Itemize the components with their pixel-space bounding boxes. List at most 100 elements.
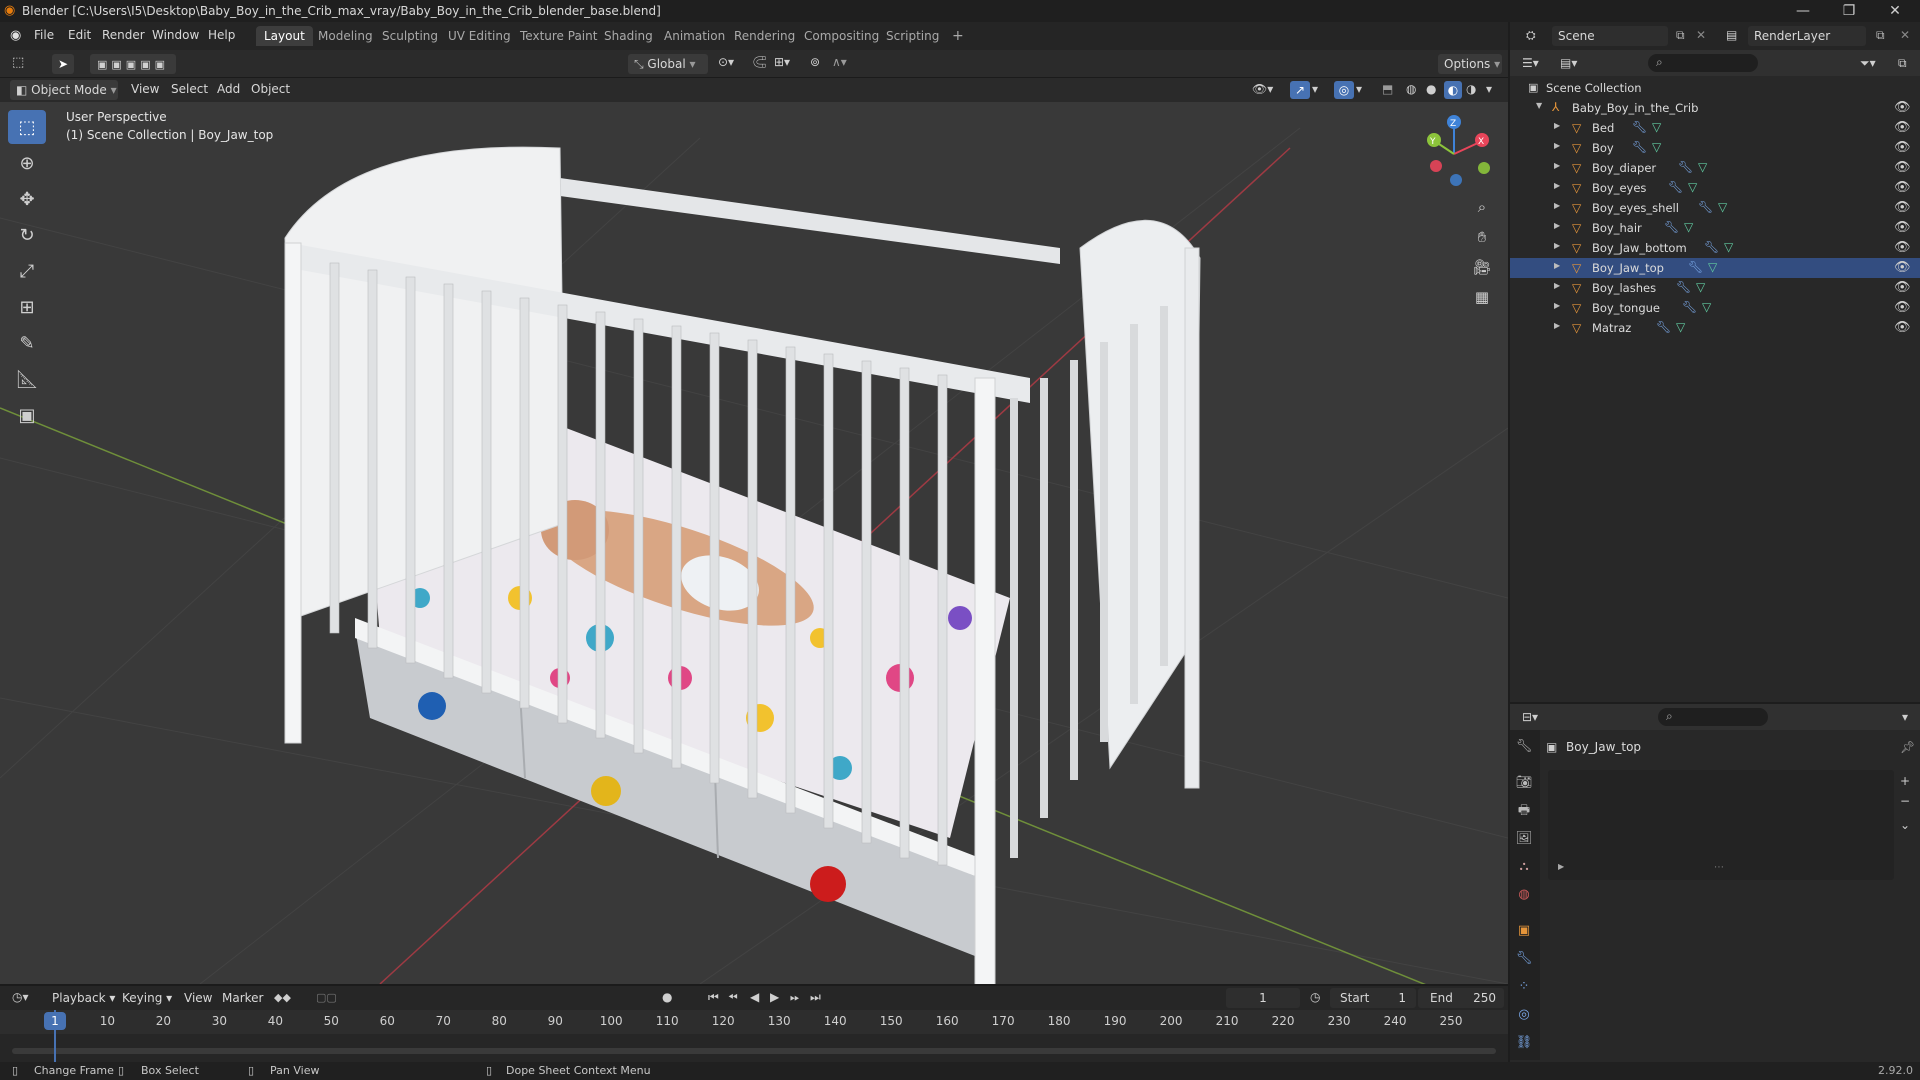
keyframe-icons[interactable]: ◆◆ — [274, 991, 291, 1004]
eye-icon[interactable]: 👁︎ — [1894, 300, 1911, 315]
outliner-object-row[interactable]: ▶ ▽ Boy 🔧︎ ▽ 👁︎ — [1510, 138, 1920, 158]
outliner-collection-row[interactable]: ▼ ⅄ Baby_Boy_in_the_Crib 👁︎ — [1510, 98, 1920, 118]
select-box-tool-icon[interactable]: ⬚ — [8, 110, 46, 144]
scene-props-icon[interactable]: ⛬ — [1512, 856, 1536, 878]
delete-scene-icon[interactable]: ✕ — [1696, 28, 1706, 42]
next-keyframe-icon[interactable]: ⏩︎ — [790, 990, 800, 1005]
overlays-toggle-icon[interactable]: ◎ — [1334, 81, 1354, 99]
play-reverse-icon[interactable]: ◀ — [750, 990, 759, 1004]
expand-triangle-icon[interactable]: ▶ — [1554, 221, 1560, 230]
modifier-wrench-icon[interactable]: 🔧︎ — [1688, 260, 1703, 274]
mesh-data-icon[interactable]: ▽ — [1702, 300, 1711, 314]
outliner-object-row[interactable]: ▶ ▽ Boy_eyes 🔧︎ ▽ 👁︎ — [1510, 178, 1920, 198]
modifier-wrench-icon[interactable]: 🔧︎ — [1678, 160, 1693, 174]
cursor-tool-icon[interactable]: ⊕ — [8, 146, 46, 180]
outliner-object-row[interactable]: ▶ ▽ Boy_Jaw_bottom 🔧︎ ▽ 👁︎ — [1510, 238, 1920, 258]
xray-icon[interactable]: ⬒ — [1382, 82, 1393, 96]
filter-icon[interactable]: ⏷▾ — [1860, 56, 1876, 71]
chevron-down-icon[interactable]: ▾ — [1486, 82, 1492, 96]
eye-icon[interactable]: 👁︎ — [1894, 180, 1911, 195]
play-icon[interactable]: ▶ — [770, 990, 779, 1004]
eye-icon[interactable]: 👁︎ — [1894, 160, 1911, 175]
timeline-menu-keying[interactable]: Keying ▾ — [122, 991, 172, 1005]
expand-triangle-icon[interactable]: ▶ — [1554, 321, 1560, 330]
viewport-menu-object[interactable]: Object — [251, 82, 290, 96]
properties-search-input[interactable]: ⌕ — [1658, 708, 1768, 726]
menu-window[interactable]: Window — [152, 28, 199, 42]
outliner-object-row[interactable]: ▶ ▽ Bed 🔧︎ ▽ 👁︎ — [1510, 118, 1920, 138]
selection-mode-icons[interactable]: ▣▣▣▣▣ — [90, 54, 176, 74]
tab-sculpting[interactable]: Sculpting — [374, 26, 446, 46]
pin-icon[interactable]: 📌︎ — [1900, 740, 1915, 754]
object-mode-dropdown[interactable]: ◧ Object Mode ▾ — [10, 80, 118, 100]
tab-modeling[interactable]: Modeling — [310, 26, 381, 46]
expand-triangle-icon[interactable]: ▶ — [1554, 241, 1560, 250]
expand-triangle-icon[interactable]: ▶ — [1554, 161, 1560, 170]
visibility-icon[interactable]: 👁︎▾ — [1252, 82, 1273, 96]
editor-type-icon[interactable]: ⬚ — [12, 55, 24, 70]
tab-uv-editing[interactable]: UV Editing — [440, 26, 519, 46]
modifier-wrench-icon[interactable]: 🔧︎ — [1676, 280, 1691, 294]
chevron-down-icon[interactable]: ▾ — [1356, 82, 1362, 96]
view-layer-props-icon[interactable]: 🖼︎ — [1512, 828, 1536, 850]
gizmo-toggle-icon[interactable]: ↗ — [1290, 81, 1310, 99]
move-tool-icon[interactable]: ✥ — [8, 182, 46, 216]
modifier-wrench-icon[interactable]: 🔧︎ — [1664, 220, 1679, 234]
ortho-grid-icon[interactable]: ▦ — [1469, 284, 1495, 310]
material-slot-list[interactable]: ▶ ⋯ — [1548, 770, 1894, 880]
view-layer-field[interactable]: RenderLayer — [1748, 26, 1866, 46]
measure-tool-icon[interactable]: 📐︎ — [8, 362, 46, 396]
modifier-wrench-icon[interactable]: 🔧︎ — [1632, 120, 1647, 134]
modifier-wrench-icon[interactable]: 🔧︎ — [1668, 180, 1683, 194]
rotate-tool-icon[interactable]: ↻ — [8, 218, 46, 252]
expand-triangle-icon[interactable]: ▶ — [1554, 281, 1560, 290]
modifier-wrench-icon[interactable]: 🔧︎ — [1632, 140, 1647, 154]
new-collection-icon[interactable]: ⧉ — [1898, 56, 1907, 71]
zoom-icon[interactable]: ⌕ — [1469, 194, 1495, 220]
eye-icon[interactable]: 👁︎ — [1894, 200, 1911, 215]
close-button[interactable]: ✕ — [1872, 0, 1918, 22]
tab-layout[interactable]: Layout — [256, 26, 313, 46]
solid-shading-icon[interactable]: ● — [1426, 82, 1436, 96]
modifier-wrench-icon[interactable]: 🔧︎ — [1682, 300, 1697, 314]
menu-edit[interactable]: Edit — [68, 28, 91, 42]
timeline-menu-playback[interactable]: Playback ▾ — [52, 991, 115, 1005]
jump-end-icon[interactable]: ⏭ — [810, 990, 821, 1005]
annotate-tool-icon[interactable]: ✎ — [8, 326, 46, 360]
blender-menu-icon[interactable]: ◉ — [10, 28, 21, 43]
expand-triangle-icon[interactable]: ▶ — [1554, 301, 1560, 310]
preview-range-icon[interactable]: ◷ — [1310, 990, 1320, 1004]
modifier-wrench-icon[interactable]: 🔧︎ — [1698, 200, 1713, 214]
outliner-object-row[interactable]: ▶ ▽ Boy_diaper 🔧︎ ▽ 👁︎ — [1510, 158, 1920, 178]
tab-shading[interactable]: Shading — [596, 26, 661, 46]
outliner-search-input[interactable]: ⌕ — [1648, 54, 1758, 72]
mesh-data-icon[interactable]: ▽ — [1676, 320, 1685, 334]
world-props-icon[interactable]: ◍ — [1512, 884, 1536, 906]
maximize-button[interactable]: ❐ — [1826, 0, 1872, 22]
rendered-shading-icon[interactable]: ◑ — [1466, 82, 1476, 96]
tool-props-icon[interactable]: 🔧︎ — [1512, 736, 1536, 758]
properties-editor-icon[interactable]: ⊟▾ — [1522, 710, 1538, 724]
viewport-menu-view[interactable]: View — [131, 82, 159, 96]
constraints-props-icon[interactable]: ⛓︎ — [1512, 1032, 1536, 1054]
viewport-menu-select[interactable]: Select — [171, 82, 208, 96]
eye-icon[interactable]: 👁︎ — [1894, 220, 1911, 235]
mesh-data-icon[interactable]: ▽ — [1718, 200, 1727, 214]
scale-tool-icon[interactable]: ⤢ — [8, 254, 46, 288]
menu-help[interactable]: Help — [208, 28, 235, 42]
start-frame-field[interactable]: Start 1 — [1330, 988, 1416, 1008]
snap-icon[interactable]: 🧲︎ — [752, 55, 767, 69]
falloff-icon[interactable]: ∧▾ — [832, 55, 847, 69]
wireframe-shading-icon[interactable]: ◍ — [1406, 82, 1416, 96]
mesh-data-icon[interactable]: ▽ — [1684, 220, 1693, 234]
mesh-data-icon[interactable]: ▽ — [1652, 140, 1661, 154]
new-scene-icon[interactable]: ⧉ — [1676, 28, 1685, 43]
proportional-edit-icon[interactable]: ⊚ — [810, 55, 820, 69]
viewport-menu-add[interactable]: Add — [217, 82, 240, 96]
outliner-object-row[interactable]: ▶ ▽ Boy_hair 🔧︎ ▽ 👁︎ — [1510, 218, 1920, 238]
delete-view-layer-icon[interactable]: ✕ — [1900, 28, 1910, 42]
eye-icon[interactable]: 👁︎ — [1894, 280, 1911, 295]
resize-handle-icon[interactable]: ⋯ — [1714, 862, 1724, 873]
pivot-point-icon[interactable]: ⊙▾ — [718, 55, 734, 69]
add-workspace-button[interactable]: + — [944, 26, 972, 46]
